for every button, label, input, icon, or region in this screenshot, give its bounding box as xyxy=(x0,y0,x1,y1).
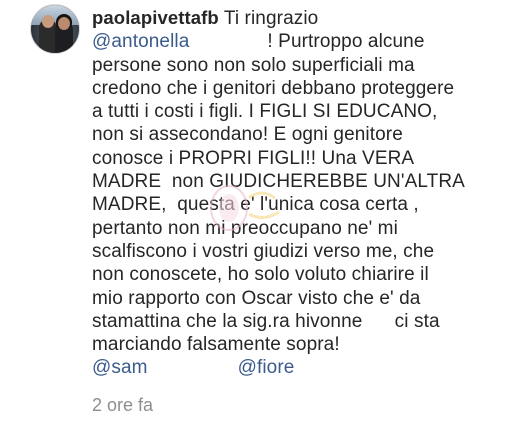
comment-timestamp[interactable]: 2 ore fa xyxy=(92,395,153,416)
comment-line: a tutti i costi i figli. I FIGLI SI EDUC… xyxy=(92,101,438,123)
comment: paolapivettafb Ti ringrazio @antonella ! … xyxy=(0,0,515,426)
comment-line: ! Purtroppo alcune xyxy=(267,31,425,53)
comment-line: non si assecondano! E ogni genitore xyxy=(92,124,403,146)
mention-fiore[interactable]: @fiore xyxy=(238,357,295,378)
comment-text: paolapivettafb Ti ringrazio @antonella ! … xyxy=(92,6,507,380)
comment-line: credono che i genitori debbano protegger… xyxy=(92,77,455,99)
avatar[interactable] xyxy=(30,4,80,54)
username-link[interactable]: paolapivettafb xyxy=(92,7,219,28)
comment-line: MADRE, questa e' l'unica cosa certa , xyxy=(92,194,419,216)
comment-line: marciando falsamente sopra! xyxy=(92,334,340,356)
comment-line: mio rapporto con Oscar visto che e' da xyxy=(92,287,421,309)
comment-line: non conoscete, ho solo voluto chiarire i… xyxy=(92,264,429,286)
comment-line: stamattina che la sig.ra hivonne ci sta xyxy=(92,310,440,332)
mention-antonella[interactable]: @antonella xyxy=(92,31,189,52)
comment-line: MADRE non GIUDICHEREBBE UN'ALTRA xyxy=(92,171,465,193)
mention-sam[interactable]: @sam xyxy=(92,357,148,378)
comment-line: scalfiscono i vostri giudizi verso me, c… xyxy=(92,240,435,262)
comment-line: persone sono non solo superficiali ma xyxy=(92,54,415,76)
comment-line: pertanto non mi preoccupano ne' mi xyxy=(92,217,398,239)
comment-line: conosce i PROPRI FIGLI!! Una VERA xyxy=(92,147,415,169)
comment-first-text: Ti ringrazio xyxy=(223,8,319,29)
